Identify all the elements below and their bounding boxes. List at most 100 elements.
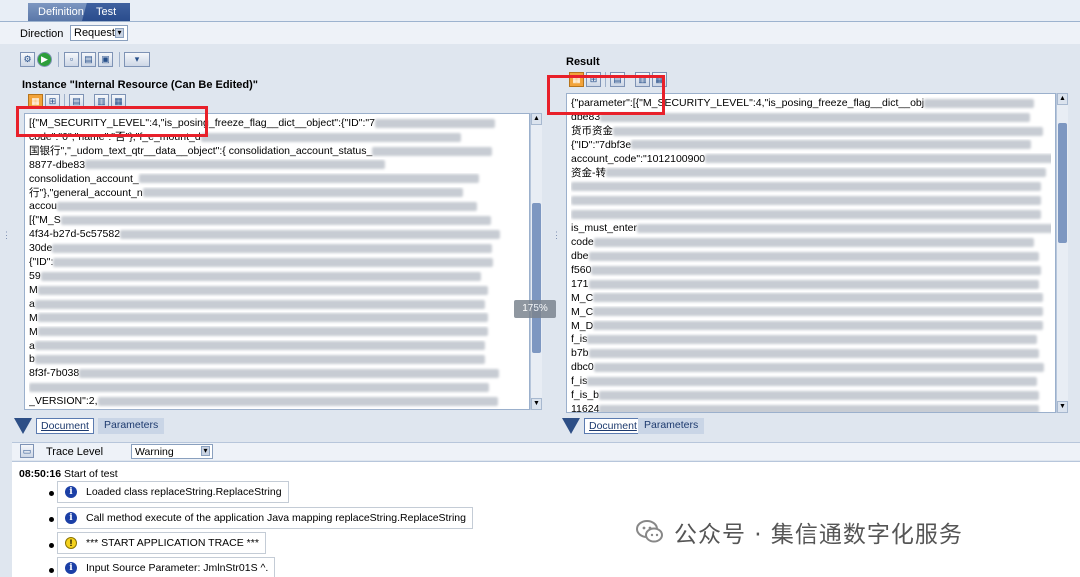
log-entry[interactable]: i Call method execute of the application…	[57, 507, 473, 529]
result-line	[571, 180, 1051, 194]
instance-line: 59	[29, 270, 525, 284]
tab-arrow-icon	[14, 418, 32, 434]
highlight-box	[547, 75, 665, 115]
info-icon: i	[65, 486, 77, 498]
result-line: M_D	[571, 320, 1051, 334]
result-line: f_is	[571, 333, 1051, 347]
log-bullet	[49, 517, 54, 522]
scroll-up-icon[interactable]: ▲	[531, 113, 542, 125]
highlight-box	[16, 106, 208, 137]
log-entry[interactable]: i Loaded class replaceString.ReplaceStri…	[57, 481, 289, 503]
instance-line: a	[29, 340, 525, 354]
instance-line: 国银行","_udom_text_qtr__data__object":{ co…	[29, 145, 525, 159]
log-bullet	[49, 491, 54, 496]
trace-level-select[interactable]: Warning ▾	[131, 444, 213, 459]
log-entry-text: Call method execute of the application J…	[86, 512, 466, 524]
result-line: dbc0	[571, 361, 1051, 375]
result-line: dbe	[571, 250, 1051, 264]
result-line: f560	[571, 264, 1051, 278]
instance-line: accou	[29, 200, 525, 214]
result-line: M_C	[571, 292, 1051, 306]
direction-select[interactable]: Request ▾	[70, 25, 128, 41]
direction-label: Direction	[20, 28, 64, 40]
instance-line	[29, 381, 525, 395]
toolbar-separator	[58, 52, 59, 67]
dropdown-icon[interactable]: ▾	[201, 446, 210, 456]
scroll-thumb[interactable]	[532, 203, 541, 353]
trace-level-label: Trace Level	[46, 446, 104, 458]
scroll-up-icon[interactable]: ▲	[1057, 93, 1068, 105]
direction-value: Request	[74, 27, 115, 39]
log-entry[interactable]: ! *** START APPLICATION TRACE ***	[57, 532, 266, 554]
watermark: 公众号 · 集信通数字化服务	[636, 517, 963, 548]
tab-document[interactable]: Document	[584, 418, 642, 434]
instance-line: 8877-dbe83	[29, 159, 525, 173]
info-icon: i	[65, 562, 77, 574]
instance-line: {"ID":	[29, 256, 525, 270]
tab-definition[interactable]: Definition	[28, 3, 88, 21]
instance-line: M	[29, 312, 525, 326]
log-entry[interactable]: i Input Source Parameter: JmlnStr01S ^.	[57, 557, 276, 577]
instance-scrollbar[interactable]: ▲ ▼	[530, 113, 542, 410]
result-line	[571, 208, 1051, 222]
log-entry-text: Input Source Parameter: JmlnStr01S ^.	[86, 562, 269, 574]
tab-arrow-icon	[562, 418, 580, 434]
scroll-down-icon[interactable]: ▼	[531, 398, 542, 410]
warning-icon: !	[65, 537, 77, 549]
tab-parameters[interactable]: Parameters	[98, 418, 165, 434]
result-line: b7b	[571, 347, 1051, 361]
log-entry-text: *** START APPLICATION TRACE ***	[86, 537, 259, 549]
tab-parameters[interactable]: Parameters	[638, 418, 705, 434]
result-line: f_is_b	[571, 389, 1051, 403]
save-icon[interactable]: ▣	[98, 52, 113, 67]
log-start-text: Start of test	[63, 468, 118, 480]
result-line: code	[571, 236, 1051, 250]
tab-document[interactable]: Document	[36, 418, 94, 434]
info-icon: i	[65, 512, 77, 524]
zoom-indicator: 175%	[514, 300, 556, 318]
instance-line: M	[29, 284, 525, 298]
log-timestamp: 08:50:16	[19, 468, 62, 480]
scroll-thumb[interactable]	[1058, 123, 1067, 243]
result-line: f_is	[571, 375, 1051, 389]
options-menu-icon[interactable]: ▾	[124, 52, 150, 67]
instance-line: a	[29, 298, 525, 312]
direction-row: Direction Request ▾	[0, 22, 1080, 44]
execute-icon[interactable]: ▶	[37, 52, 52, 67]
result-line: account_code":"1012100900	[571, 153, 1051, 167]
trace-bar: ▭ Trace Level Warning ▾	[12, 442, 1080, 460]
instance-line: [{"M_S	[29, 214, 525, 228]
instance-line: consolidation_account_	[29, 173, 525, 187]
splitter-handle[interactable]: ⋮	[552, 230, 561, 241]
dropdown-icon[interactable]: ▾	[115, 28, 124, 38]
log-window-icon[interactable]: ▭	[20, 444, 34, 458]
splitter-handle[interactable]: ⋮	[2, 230, 11, 241]
instance-line: 8f3f-7b038	[29, 367, 525, 381]
top-tab-strip: Definition Test	[0, 0, 1080, 22]
instance-line: _VERSION":2,	[29, 395, 525, 409]
load-icon[interactable]: ▤	[81, 52, 96, 67]
instance-title: Instance "Internal Resource (Can Be Edit…	[22, 79, 258, 91]
instance-line: b	[29, 353, 525, 367]
scroll-down-icon[interactable]: ▼	[1057, 401, 1068, 413]
instance-editor[interactable]: [{"M_SECURITY_LEVEL":4,"is_posing_freeze…	[24, 113, 530, 410]
toolbar-separator	[119, 52, 120, 67]
result-line: is_must_enter	[571, 222, 1051, 236]
result-line: {"ID":"7dbf3e	[571, 139, 1051, 153]
log-bullet	[49, 543, 54, 548]
new-document-icon[interactable]: ▫	[64, 52, 79, 67]
log-entry-text: Loaded class replaceString.ReplaceString	[86, 486, 282, 498]
result-scrollbar[interactable]: ▲ ▼	[1056, 93, 1068, 413]
watermark-text: 公众号 · 集信通数字化服务	[674, 522, 963, 548]
result-view-tabs: Document Parameters	[562, 418, 762, 436]
result-line: 资金-转	[571, 167, 1051, 181]
instance-line: 30de	[29, 242, 525, 256]
result-line	[571, 194, 1051, 208]
log-bullet	[49, 568, 54, 573]
transform-icon[interactable]: ⚙	[20, 52, 35, 67]
result-line: 货币资金	[571, 125, 1051, 139]
result-viewer[interactable]: {"parameter":[{"M_SECURITY_LEVEL":4,"is_…	[566, 93, 1056, 413]
wechat-logo-icon	[636, 518, 664, 546]
tab-test[interactable]: Test	[82, 3, 130, 21]
trace-level-value: Warning	[135, 446, 174, 458]
